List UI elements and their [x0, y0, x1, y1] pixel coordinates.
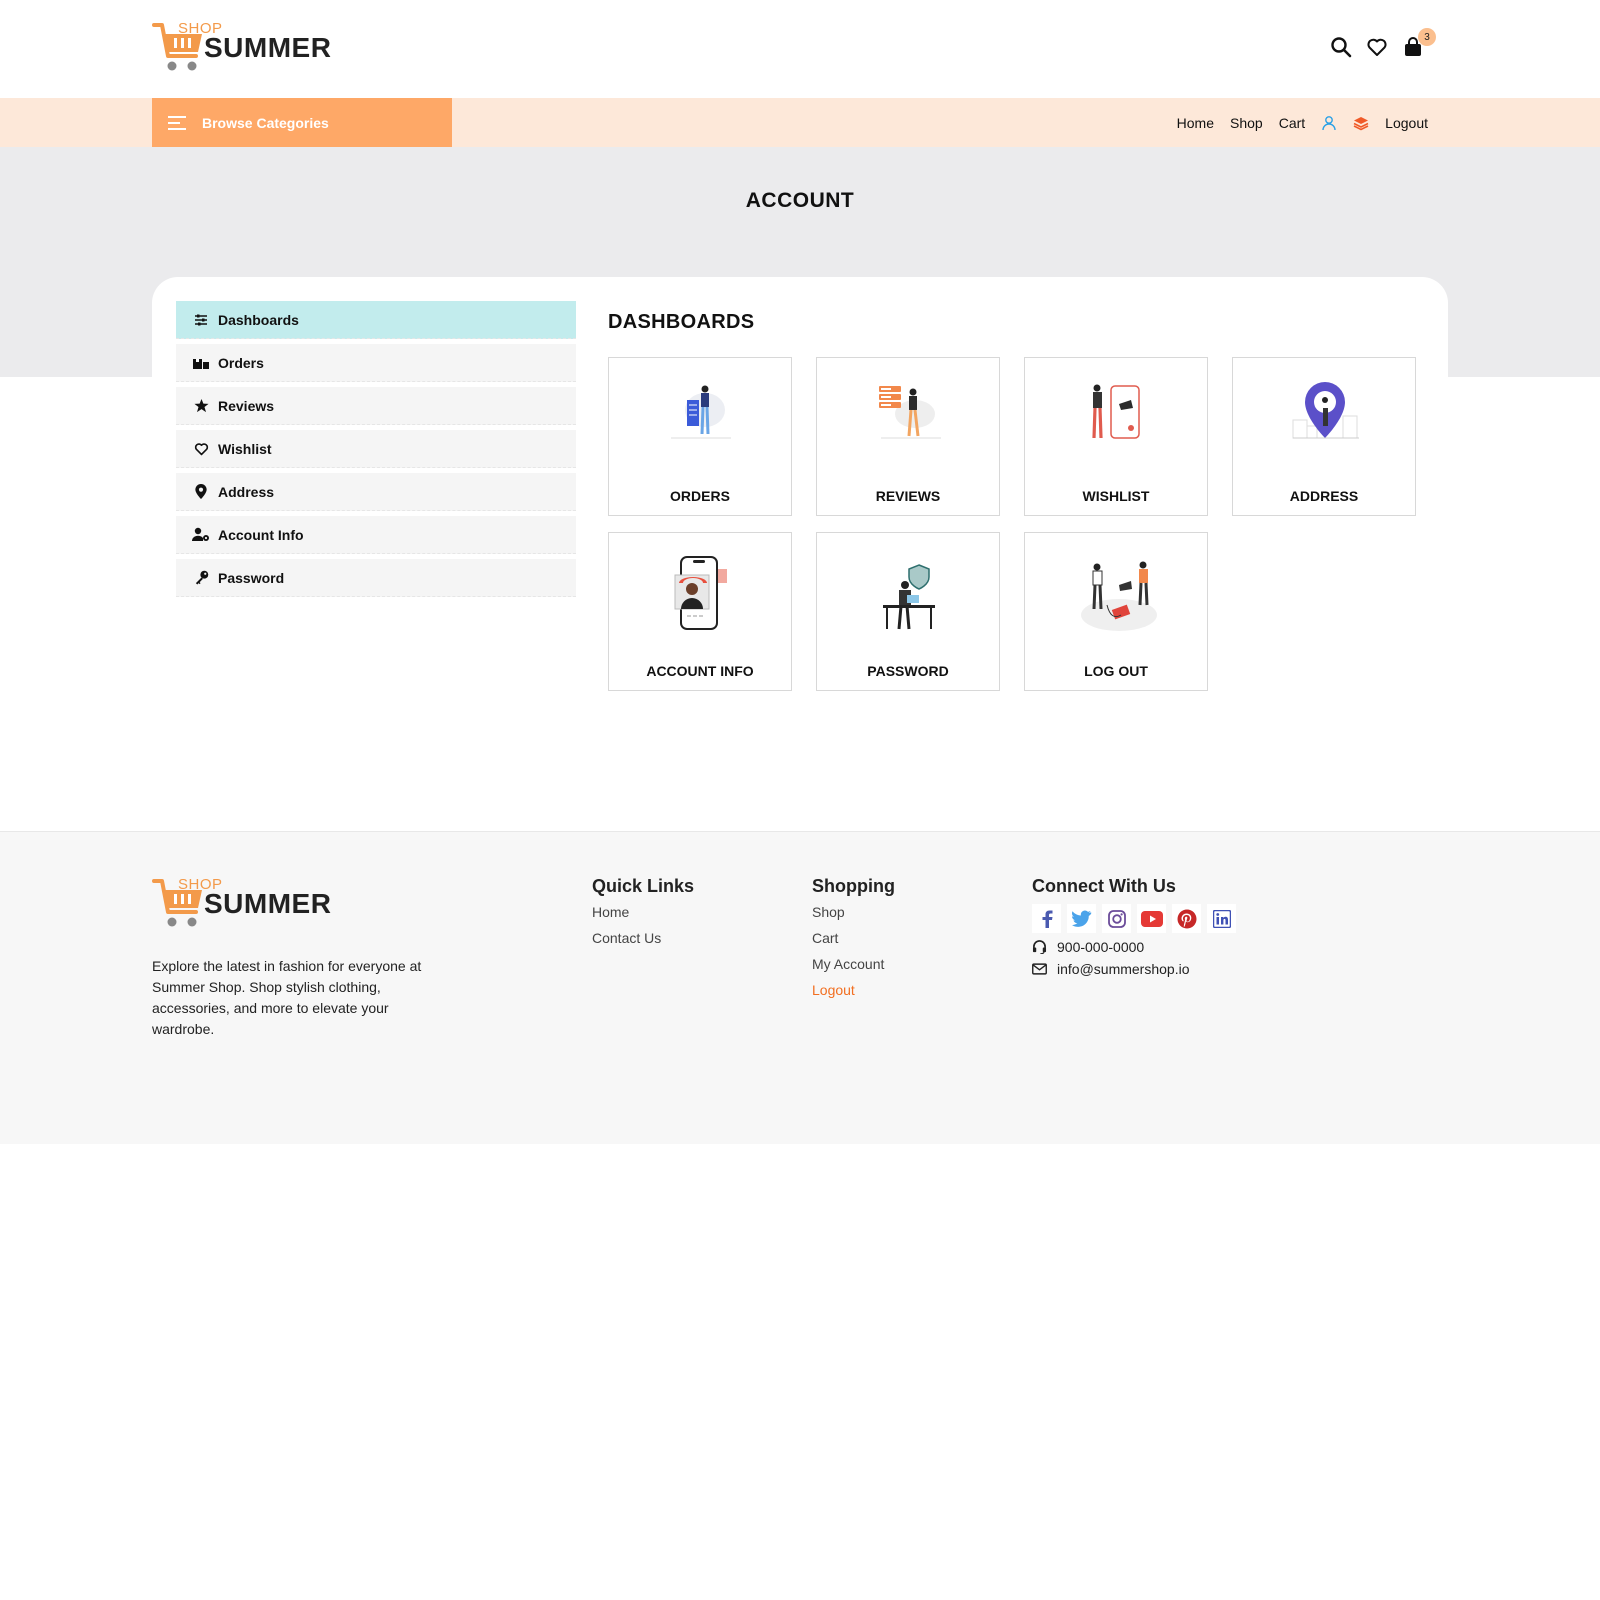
- headset-icon: [1032, 940, 1048, 954]
- tile-label: ORDERS: [670, 488, 730, 504]
- contact-email: info@summershop.io: [1032, 961, 1236, 977]
- account-info-illustration: [674, 556, 727, 630]
- envelope-icon: [1032, 963, 1048, 975]
- sidebar-item-label: Wishlist: [218, 440, 272, 457]
- linkedin-icon[interactable]: [1207, 904, 1236, 933]
- shopping-heading: Shopping: [812, 876, 895, 896]
- quick-links-heading: Quick Links: [592, 876, 695, 896]
- pinterest-icon[interactable]: [1172, 904, 1201, 933]
- sidebar-item-label: Reviews: [218, 397, 275, 414]
- sliders-icon: [192, 311, 210, 329]
- heart-outline-icon: [192, 440, 210, 458]
- orders-illustration: [671, 385, 731, 439]
- tile-label: ADDRESS: [1289, 488, 1359, 504]
- browse-categories-label: Browse Categories: [202, 114, 329, 131]
- cart-count-badge: 3: [1418, 28, 1436, 46]
- sidebar-item-reviews[interactable]: Reviews: [176, 387, 576, 425]
- layers-icon[interactable]: [1353, 115, 1369, 131]
- search-icon[interactable]: [1330, 36, 1352, 58]
- account-panel: Dashboards Orders Reviews Wishlist Addre…: [152, 277, 1448, 717]
- key-icon: [192, 569, 210, 587]
- footer-link-contact[interactable]: Contact Us: [592, 930, 694, 946]
- sidebar-item-account-info[interactable]: Account Info: [176, 516, 576, 554]
- address-illustration: [1292, 382, 1359, 439]
- twitter-icon[interactable]: [1067, 904, 1096, 933]
- wishlist-tile[interactable]: WISHLIST: [1024, 357, 1208, 516]
- nav-bar: Browse Categories Home Shop Cart Logout: [0, 98, 1600, 147]
- contact-phone-text[interactable]: 900-000-0000: [1057, 939, 1144, 955]
- browse-categories-button[interactable]: Browse Categories: [152, 98, 452, 147]
- quick-links-column: Quick Links Home Contact Us: [592, 876, 694, 956]
- page-title: ACCOUNT: [745, 189, 855, 212]
- instagram-icon[interactable]: [1102, 904, 1131, 933]
- logo-shop-text: SHOP: [178, 876, 223, 893]
- site-logo[interactable]: SHOP SUMMER: [152, 20, 332, 74]
- header-actions: 3: [1330, 28, 1436, 58]
- password-tile[interactable]: PASSWORD: [816, 532, 1000, 691]
- facebook-icon[interactable]: [1032, 904, 1061, 933]
- star-icon: [192, 397, 210, 415]
- sidebar-item-label: Dashboards: [218, 311, 299, 328]
- cart-logo-icon: SHOP: [152, 876, 222, 930]
- tile-label: LOG OUT: [1084, 663, 1148, 679]
- sidebar-item-address[interactable]: Address: [176, 473, 576, 511]
- nav-home-link[interactable]: Home: [1177, 115, 1214, 131]
- logo-wordmark: SUMMER: [204, 32, 332, 63]
- address-tile[interactable]: ADDRESS: [1232, 357, 1416, 516]
- boxes-icon: [192, 354, 210, 372]
- orders-tile[interactable]: ORDERS: [608, 357, 792, 516]
- footer-logo[interactable]: SHOP SUMMER: [152, 876, 332, 930]
- menu-icon: [168, 112, 188, 134]
- sidebar-item-label: Password: [218, 569, 285, 586]
- user-icon[interactable]: [1321, 115, 1337, 131]
- wishlist-illustration: [1092, 384, 1140, 439]
- sidebar-item-label: Orders: [218, 354, 264, 371]
- footer-link-my-account[interactable]: My Account: [812, 956, 895, 972]
- footer-link-cart[interactable]: Cart: [812, 930, 895, 946]
- nav-cart-link[interactable]: Cart: [1279, 115, 1305, 131]
- sidebar-item-label: Address: [218, 483, 275, 500]
- logout-tile[interactable]: LOG OUT: [1024, 532, 1208, 691]
- footer-link-home[interactable]: Home: [592, 904, 694, 920]
- cart-logo-icon: SHOP: [152, 20, 222, 74]
- connect-column: Connect With Us 900-000-0000 info@summer…: [1032, 876, 1236, 977]
- account-sidebar: Dashboards Orders Reviews Wishlist Addre…: [176, 301, 576, 602]
- footer-link-logout[interactable]: Logout: [812, 982, 895, 998]
- tile-label: PASSWORD: [867, 663, 949, 679]
- sidebar-item-password[interactable]: Password: [176, 559, 576, 597]
- sidebar-item-dashboards[interactable]: Dashboards: [176, 301, 576, 339]
- nav-logout-link[interactable]: Logout: [1385, 115, 1428, 131]
- shopping-column: Shopping Shop Cart My Account Logout: [812, 876, 895, 1008]
- tile-label: ACCOUNT INFO: [646, 663, 754, 679]
- heart-icon[interactable]: [1366, 36, 1388, 58]
- contact-email-text[interactable]: info@summershop.io: [1057, 961, 1190, 977]
- logout-illustration: [1081, 561, 1157, 631]
- reviews-illustration: [879, 386, 941, 439]
- footer-link-shop[interactable]: Shop: [812, 904, 895, 920]
- youtube-icon[interactable]: [1137, 904, 1166, 933]
- site-header: SHOP SUMMER 3: [0, 0, 1600, 98]
- map-pin-icon: [192, 483, 210, 501]
- footer-description: Explore the latest in fashion for everyo…: [152, 958, 422, 1037]
- user-gear-icon: [192, 526, 210, 544]
- tile-label: REVIEWS: [875, 488, 941, 504]
- nav-shop-link[interactable]: Shop: [1230, 115, 1263, 131]
- main-nav: Home Shop Cart Logout: [1177, 98, 1428, 147]
- tile-label: WISHLIST: [1082, 488, 1150, 504]
- sidebar-item-label: Account Info: [218, 526, 304, 543]
- shopping-bag-icon[interactable]: 3: [1402, 28, 1436, 58]
- sidebar-item-orders[interactable]: Orders: [176, 344, 576, 382]
- logo-shop-text: SHOP: [178, 20, 223, 37]
- reviews-tile[interactable]: REVIEWS: [816, 357, 1000, 516]
- account-info-tile[interactable]: ACCOUNT INFO: [608, 532, 792, 691]
- logo-wordmark: SUMMER: [204, 888, 332, 919]
- connect-heading: Connect With Us: [1032, 876, 1176, 896]
- sidebar-item-wishlist[interactable]: Wishlist: [176, 430, 576, 468]
- dashboard-tiles: ORDERS REVIEWS WISHLIST ADDRESS ACCOUNT …: [608, 357, 1428, 691]
- section-title: DASHBOARDS: [608, 311, 755, 333]
- site-footer: SHOP SUMMER Explore the latest in fashio…: [0, 831, 1600, 1144]
- password-illustration: [883, 564, 935, 630]
- contact-phone: 900-000-0000: [1032, 939, 1236, 955]
- social-links: [1032, 904, 1236, 933]
